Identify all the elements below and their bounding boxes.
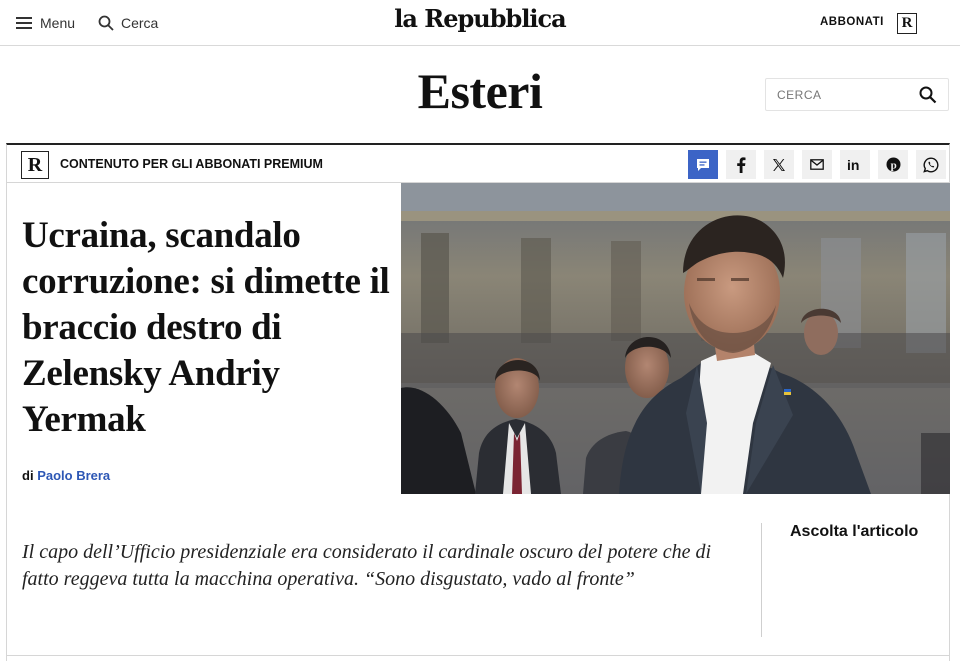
listen-article-button[interactable]: Ascolta l'articolo <box>790 523 918 541</box>
byline-prefix: di <box>22 468 34 483</box>
vertical-divider <box>761 523 762 637</box>
x-icon <box>773 158 785 171</box>
section-search-input[interactable] <box>777 87 917 102</box>
article-photo-image <box>401 183 950 494</box>
article-photo[interactable] <box>401 183 950 494</box>
article-summary: Il capo dell’Ufficio presidenziale era c… <box>22 541 712 590</box>
section-search-box[interactable] <box>765 78 949 111</box>
facebook-share-button[interactable] <box>726 150 756 179</box>
whatsapp-share-button[interactable] <box>916 150 946 179</box>
premium-r-icon: R <box>21 151 49 179</box>
pinterest-share-button[interactable]: p <box>878 150 908 179</box>
byline: di Paolo Brera <box>22 468 110 483</box>
premium-label: CONTENUTO PER GLI ABBONATI PREMIUM <box>60 157 323 171</box>
x-share-button[interactable] <box>764 150 794 179</box>
facebook-icon <box>737 156 746 173</box>
pinterest-icon: p <box>886 157 900 172</box>
svg-text:p: p <box>890 160 896 172</box>
whatsapp-icon <box>923 156 939 173</box>
bottom-divider <box>7 655 949 656</box>
author-link[interactable]: Paolo Brera <box>37 468 110 483</box>
article-card: R CONTENUTO PER GLI ABBONATI PREMIUM in … <box>6 143 950 661</box>
share-bar: in p <box>688 150 946 179</box>
article-headline[interactable]: Ucraina, scandalo corruzione: si dimette… <box>22 213 392 443</box>
repubblica-r-icon[interactable]: R <box>897 13 917 34</box>
comment-icon <box>697 158 709 171</box>
linkedin-icon: in <box>847 158 859 172</box>
email-share-button[interactable] <box>802 150 832 179</box>
site-logo[interactable]: la Repubblica <box>0 4 960 33</box>
email-icon <box>810 159 824 170</box>
search-icon[interactable] <box>919 86 937 104</box>
svg-text:in: in <box>847 158 859 172</box>
subscribe-link[interactable]: ABBONATI <box>820 16 884 28</box>
comment-button[interactable] <box>688 150 718 179</box>
top-bar: Menu Cerca la Repubblica ABBONATI R <box>0 0 960 46</box>
linkedin-share-button[interactable]: in <box>840 150 870 179</box>
premium-bar: R CONTENUTO PER GLI ABBONATI PREMIUM in … <box>7 145 949 183</box>
